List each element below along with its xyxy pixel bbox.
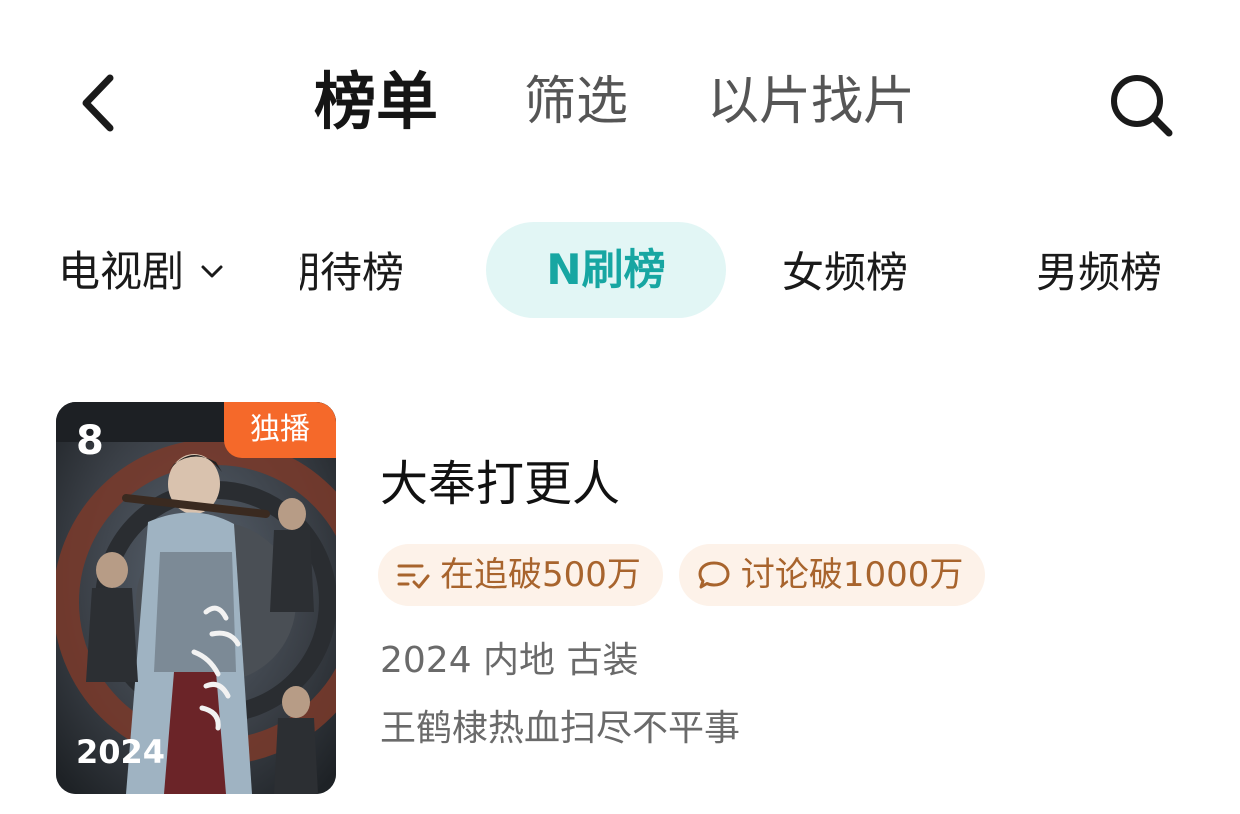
tab-expected-chart-label: 期待榜 xyxy=(300,248,405,297)
chat-bubble-icon xyxy=(698,561,730,589)
search-button[interactable] xyxy=(1105,72,1177,138)
tag-following: 在追破500万 xyxy=(378,544,663,606)
tab-filter[interactable]: 筛选 xyxy=(524,70,628,134)
category-dropdown-label: 电视剧 xyxy=(58,247,185,296)
rank-number: 8 xyxy=(76,418,104,464)
tag-discussion-text: 讨论破1000万 xyxy=(740,555,964,595)
tab-find-similar[interactable]: 以片找片 xyxy=(707,70,915,134)
list-check-icon xyxy=(397,564,430,589)
tab-rankings[interactable]: 榜单 xyxy=(314,62,438,142)
tab-rewatch-chart[interactable]: N刷榜 xyxy=(486,222,726,318)
ranked-item-card[interactable]: 8 独播 2024 大奉打更人 在追破500万 讨论破1000万 2024 内地… xyxy=(56,402,1186,796)
item-title[interactable]: 大奉打更人 xyxy=(380,452,620,516)
poster-year: 2024 xyxy=(76,733,166,771)
chevron-down-icon xyxy=(201,265,223,278)
poster-image[interactable]: 8 独播 2024 xyxy=(56,402,336,794)
item-tags: 在追破500万 讨论破1000万 xyxy=(378,544,1001,606)
exclusive-badge: 独播 xyxy=(224,402,336,458)
search-icon xyxy=(1111,75,1173,137)
category-bar: 电视剧 期待榜 N刷榜 女频榜 男频榜 xyxy=(0,218,1240,322)
tag-discussion: 讨论破1000万 xyxy=(678,544,986,606)
tab-expected-chart[interactable]: 期待榜 xyxy=(300,248,426,298)
item-meta: 2024 内地 古装 xyxy=(380,640,639,681)
chart-tabs: 期待榜 N刷榜 女频榜 男频榜 xyxy=(300,218,1240,322)
tab-female-chart[interactable]: 女频榜 xyxy=(782,248,908,298)
category-dropdown[interactable]: 电视剧 xyxy=(58,244,224,300)
back-button[interactable] xyxy=(70,68,130,138)
tab-male-chart[interactable]: 男频榜 xyxy=(1036,248,1162,298)
top-nav-bar: 榜单 筛选 以片找片 xyxy=(0,0,1240,200)
chevron-left-icon xyxy=(82,74,114,132)
item-description: 王鹤棣热血扫尽不平事 xyxy=(380,708,741,749)
tag-following-text: 在追破500万 xyxy=(440,555,641,595)
